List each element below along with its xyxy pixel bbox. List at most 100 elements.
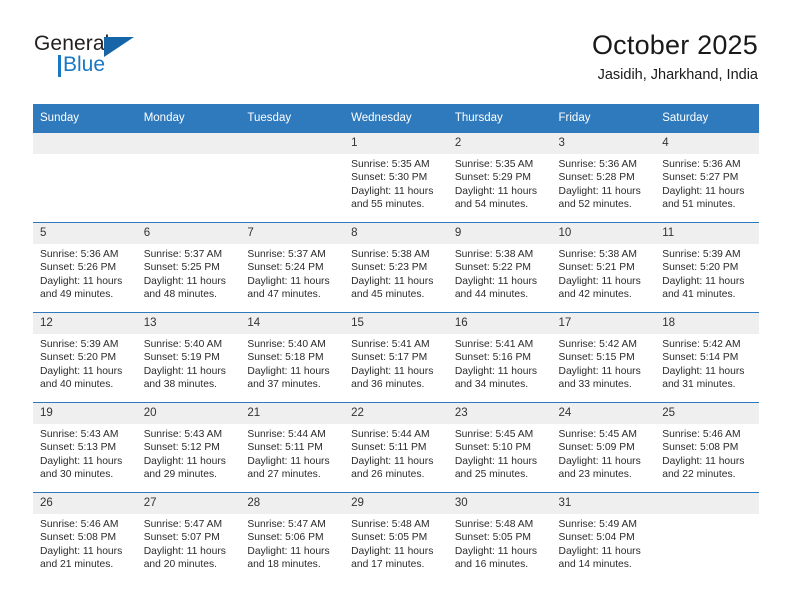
calendar-day-cell[interactable]: 21 Sunrise: 5:44 AM Sunset: 5:11 PM Dayligh… [240, 402, 345, 492]
calendar-day-cell[interactable]: 14 Sunrise: 5:40 AM Sunset: 5:18 PM Dayligh… [240, 312, 345, 402]
calendar-week-row: 1 Sunrise: 5:35 AM Sunset: 5:30 PM Daylight… [33, 132, 759, 222]
day-number: 28 [240, 493, 345, 514]
calendar-day-cell[interactable]: 11 Sunrise: 5:39 AM Sunset: 5:20 PM Dayligh… [655, 222, 759, 312]
calendar-day-cell[interactable]: 5 Sunrise: 5:36 AM Sunset: 5:26 PM Daylight… [33, 222, 137, 312]
calendar-day-cell[interactable]: 22 Sunrise: 5:44 AM Sunset: 5:11 PM Dayligh… [344, 402, 448, 492]
sunset-text: Sunset: 5:09 PM [558, 442, 635, 454]
calendar-day-cell[interactable]: 1 Sunrise: 5:35 AM Sunset: 5:30 PM Daylight… [344, 132, 448, 222]
day-number [655, 493, 759, 514]
page-subtitle: Jasidih, Jharkhand, India [597, 67, 758, 83]
sunset-text: Sunset: 5:05 PM [454, 532, 531, 544]
calendar-day-cell[interactable]: 18 Sunrise: 5:42 AM Sunset: 5:14 PM Dayligh… [655, 312, 759, 402]
sunset-text: Sunset: 5:06 PM [247, 532, 324, 544]
calendar-week-row: 26 Sunrise: 5:46 AM Sunset: 5:08 PM Dayligh… [33, 492, 759, 582]
sunrise-text: Sunrise: 5:36 AM [662, 159, 741, 170]
day-cell-inner: 23 Sunrise: 5:45 AM Sunset: 5:10 PM Dayligh… [447, 402, 552, 492]
general-blue-logo[interactable]: General Blue [34, 32, 214, 88]
sunset-text: Sunset: 5:16 PM [454, 352, 531, 364]
calendar-day-cell[interactable]: 13 Sunrise: 5:40 AM Sunset: 5:19 PM Dayligh… [136, 312, 241, 402]
calendar-day-cell[interactable]: 24 Sunrise: 5:45 AM Sunset: 5:09 PM Dayligh… [551, 402, 656, 492]
daylight-text: Daylight: 11 hours and 25 minutes. [454, 455, 538, 480]
sunrise-text: Sunrise: 5:36 AM [40, 249, 119, 260]
daylight-text: Daylight: 11 hours and 31 minutes. [662, 365, 745, 390]
calendar-day-cell[interactable]: 19 Sunrise: 5:43 AM Sunset: 5:13 PM Dayligh… [33, 402, 137, 492]
calendar-day-cell[interactable]: 30 Sunrise: 5:48 AM Sunset: 5:05 PM Dayligh… [447, 492, 552, 582]
calendar-day-cell[interactable]: 8 Sunrise: 5:38 AM Sunset: 5:23 PM Daylight… [344, 222, 448, 312]
day-sun-info: Sunrise: 5:40 AM Sunset: 5:18 PM Daylight:… [240, 334, 344, 391]
sunset-text: Sunset: 5:27 PM [662, 172, 739, 184]
daylight-text: Daylight: 11 hours and 27 minutes. [247, 455, 330, 480]
day-sun-info: Sunrise: 5:38 AM Sunset: 5:23 PM Daylight:… [344, 244, 448, 301]
sunset-text: Sunset: 5:11 PM [351, 442, 427, 454]
day-sun-info: Sunrise: 5:46 AM Sunset: 5:08 PM Daylight:… [33, 514, 137, 571]
calendar-day-cell[interactable]: 15 Sunrise: 5:41 AM Sunset: 5:17 PM Dayligh… [344, 312, 448, 402]
calendar-day-cell[interactable]: 25 Sunrise: 5:46 AM Sunset: 5:08 PM Dayligh… [655, 402, 759, 492]
calendar-day-cell[interactable]: 29 Sunrise: 5:48 AM Sunset: 5:05 PM Dayligh… [344, 492, 448, 582]
day-number: 26 [33, 493, 137, 514]
day-cell-inner: 6 Sunrise: 5:37 AM Sunset: 5:25 PM Daylight… [136, 222, 241, 312]
calendar-day-cell[interactable]: 9 Sunrise: 5:38 AM Sunset: 5:22 PM Daylight… [447, 222, 552, 312]
sunrise-sunset-calendar: Sunday Monday Tuesday Wednesday Thursday… [33, 104, 759, 582]
calendar-day-cell[interactable]: 3 Sunrise: 5:36 AM Sunset: 5:28 PM Daylight… [551, 132, 656, 222]
day-cell-inner: 27 Sunrise: 5:47 AM Sunset: 5:07 PM Dayligh… [136, 492, 241, 582]
sunset-text: Sunset: 5:05 PM [351, 532, 428, 544]
calendar-day-cell[interactable]: 6 Sunrise: 5:37 AM Sunset: 5:25 PM Daylight… [136, 222, 241, 312]
day-cell-inner: 31 Sunrise: 5:49 AM Sunset: 5:04 PM Dayligh… [551, 492, 656, 582]
sunrise-text: Sunrise: 5:44 AM [247, 429, 326, 440]
sunrise-text: Sunrise: 5:39 AM [40, 339, 119, 350]
weekday-header-tuesday: Tuesday [240, 104, 345, 132]
day-sun-info: Sunrise: 5:37 AM Sunset: 5:24 PM Daylight:… [240, 244, 344, 301]
sunrise-text: Sunrise: 5:42 AM [558, 339, 637, 350]
weekday-header-sunday: Sunday [33, 104, 137, 132]
calendar-day-cell[interactable]: 27 Sunrise: 5:47 AM Sunset: 5:07 PM Dayligh… [136, 492, 241, 582]
day-sun-info: Sunrise: 5:39 AM Sunset: 5:20 PM Daylight:… [33, 334, 137, 391]
sunset-text: Sunset: 5:15 PM [558, 352, 635, 364]
calendar-week-row: 5 Sunrise: 5:36 AM Sunset: 5:26 PM Daylight… [33, 222, 759, 312]
day-cell-inner: 25 Sunrise: 5:46 AM Sunset: 5:08 PM Dayligh… [655, 402, 759, 492]
daylight-text: Daylight: 11 hours and 16 minutes. [454, 545, 538, 570]
day-cell-inner: 24 Sunrise: 5:45 AM Sunset: 5:09 PM Dayligh… [551, 402, 656, 492]
sunset-text: Sunset: 5:19 PM [143, 352, 220, 364]
calendar-day-cell[interactable]: 10 Sunrise: 5:38 AM Sunset: 5:21 PM Dayligh… [551, 222, 656, 312]
day-number: 27 [136, 493, 241, 514]
calendar-week-row: 12 Sunrise: 5:39 AM Sunset: 5:20 PM Dayligh… [33, 312, 759, 402]
calendar-day-cell[interactable]: 28 Sunrise: 5:47 AM Sunset: 5:06 PM Dayligh… [240, 492, 345, 582]
sunrise-text: Sunrise: 5:45 AM [454, 429, 534, 440]
calendar-week-row: 19 Sunrise: 5:43 AM Sunset: 5:13 PM Dayligh… [33, 402, 759, 492]
sunset-text: Sunset: 5:29 PM [454, 172, 531, 184]
calendar-day-cell[interactable] [655, 492, 759, 582]
sunset-text: Sunset: 5:26 PM [40, 262, 117, 274]
calendar-day-cell[interactable]: 16 Sunrise: 5:41 AM Sunset: 5:16 PM Dayligh… [447, 312, 552, 402]
daylight-text: Daylight: 11 hours and 14 minutes. [558, 545, 641, 570]
calendar-day-cell[interactable] [33, 132, 137, 222]
daylight-text: Daylight: 11 hours and 47 minutes. [247, 275, 330, 300]
calendar-day-cell[interactable]: 7 Sunrise: 5:37 AM Sunset: 5:24 PM Daylight… [240, 222, 345, 312]
calendar-day-cell[interactable]: 26 Sunrise: 5:46 AM Sunset: 5:08 PM Dayligh… [33, 492, 137, 582]
calendar-day-cell[interactable]: 17 Sunrise: 5:42 AM Sunset: 5:15 PM Dayligh… [551, 312, 656, 402]
sunrise-text: Sunrise: 5:35 AM [454, 159, 534, 170]
calendar-day-cell[interactable]: 31 Sunrise: 5:49 AM Sunset: 5:04 PM Dayligh… [551, 492, 656, 582]
day-cell-inner: 8 Sunrise: 5:38 AM Sunset: 5:23 PM Daylight… [344, 222, 448, 312]
calendar-day-cell[interactable] [136, 132, 241, 222]
calendar-day-cell[interactable]: 12 Sunrise: 5:39 AM Sunset: 5:20 PM Dayligh… [33, 312, 137, 402]
day-number: 17 [551, 313, 656, 334]
calendar-day-cell[interactable] [240, 132, 345, 222]
day-sun-info: Sunrise: 5:35 AM Sunset: 5:30 PM Daylight:… [344, 154, 448, 211]
day-number: 20 [136, 403, 241, 424]
sunrise-text: Sunrise: 5:35 AM [351, 159, 430, 170]
calendar-day-cell[interactable]: 23 Sunrise: 5:45 AM Sunset: 5:10 PM Dayligh… [447, 402, 552, 492]
day-sun-info: Sunrise: 5:48 AM Sunset: 5:05 PM Daylight:… [448, 514, 552, 571]
day-number: 14 [240, 313, 345, 334]
page-title: October 2025 [591, 30, 758, 60]
calendar-day-cell[interactable]: 2 Sunrise: 5:35 AM Sunset: 5:29 PM Daylight… [447, 132, 552, 222]
calendar-day-cell[interactable]: 20 Sunrise: 5:43 AM Sunset: 5:12 PM Dayligh… [136, 402, 241, 492]
day-number: 11 [655, 223, 759, 244]
daylight-text: Daylight: 11 hours and 40 minutes. [40, 365, 123, 390]
calendar-day-cell[interactable]: 4 Sunrise: 5:36 AM Sunset: 5:27 PM Daylight… [655, 132, 759, 222]
sunset-text: Sunset: 5:13 PM [40, 442, 117, 454]
day-number: 29 [344, 493, 448, 514]
weekday-header-friday: Friday [551, 104, 656, 132]
sunrise-text: Sunrise: 5:45 AM [558, 429, 637, 440]
daylight-text: Daylight: 11 hours and 48 minutes. [143, 275, 226, 300]
day-cell-inner: 4 Sunrise: 5:36 AM Sunset: 5:27 PM Daylight… [655, 132, 759, 222]
